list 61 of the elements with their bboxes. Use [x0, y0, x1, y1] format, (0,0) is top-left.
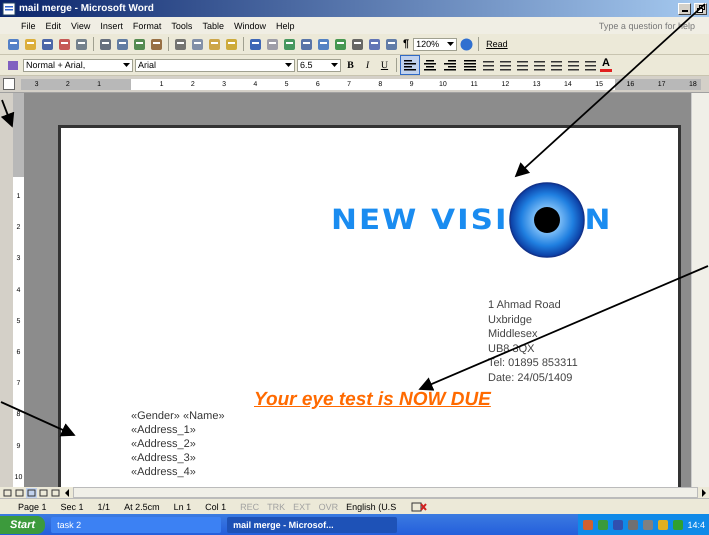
print-view-icon[interactable]: [26, 488, 37, 498]
bold-button[interactable]: B: [343, 60, 358, 70]
logo-text: NEW VISI: [331, 204, 508, 236]
status-item: At 2.5cm: [124, 502, 160, 512]
show-hide-button[interactable]: ¶: [401, 38, 412, 50]
underline-button[interactable]: U: [377, 60, 392, 70]
address-line: Middlesex: [488, 327, 539, 342]
status-item: REC: [240, 502, 260, 512]
style-dropdown[interactable]: Normal + Arial,: [23, 58, 133, 72]
status-item: Col 1: [205, 502, 226, 512]
merge-field: «Address_1»: [131, 423, 678, 437]
status-item: EXT: [293, 502, 311, 512]
menu-item[interactable]: View: [66, 20, 96, 30]
menu-item[interactable]: Help: [270, 20, 300, 30]
status-item: Page 1: [18, 502, 47, 512]
clock: 14:4: [687, 520, 705, 530]
caret-icon: [447, 42, 454, 46]
font-dropdown[interactable]: Arial: [135, 58, 295, 72]
spelling-status-icon[interactable]: [410, 500, 428, 512]
menu-item[interactable]: Tools: [166, 20, 198, 30]
vertical-scrollbar[interactable]: [691, 93, 709, 487]
address-line: 1 Ahmad Road: [488, 298, 562, 312]
merge-field: «Address_3»: [131, 451, 678, 465]
taskbar-button[interactable]: mail merge - Microsof...: [227, 516, 398, 532]
font-size-dropdown[interactable]: 6.5: [297, 58, 341, 72]
menu-item[interactable]: File: [16, 20, 41, 30]
font-color-button[interactable]: A: [600, 58, 612, 72]
taskbar-button[interactable]: task 2: [51, 516, 222, 532]
italic-button[interactable]: I: [360, 60, 375, 70]
status-item: Sec 1: [60, 502, 84, 512]
status-item: 1/1: [98, 502, 110, 512]
menu-item[interactable]: Format: [128, 20, 166, 30]
merge-field: «Address_2»: [131, 437, 678, 451]
caret-icon: [123, 63, 130, 67]
minimize-icon: [682, 10, 688, 12]
start-button[interactable]: Start: [0, 516, 46, 534]
left-align-icon[interactable]: [401, 56, 419, 74]
status-item: TRK: [267, 502, 286, 512]
address-line: Uxbridge: [488, 312, 534, 327]
status-item: Ln 1: [174, 502, 192, 512]
merge-field: «Gender» «Name»: [131, 409, 678, 423]
status-item: English (U.S: [346, 502, 396, 512]
menu-item[interactable]: Edit: [40, 20, 66, 30]
zoom-dropdown[interactable]: 120%: [413, 38, 458, 50]
address-line: Date: 24/05/1409: [488, 370, 574, 385]
logo-text: N: [584, 204, 612, 236]
menu-item[interactable]: Window: [228, 20, 271, 30]
letter-heading: Your eye test is NOW DUE: [254, 389, 492, 411]
menu-item[interactable]: Table: [197, 20, 229, 30]
restore-icon: [696, 4, 704, 12]
status-item: OVR: [318, 502, 338, 512]
annotation-arrow: [0, 100, 14, 128]
horizontal-scrollbar[interactable]: [73, 487, 698, 498]
caret-icon: [331, 63, 338, 67]
document-icon: [2, 2, 16, 16]
window-title: mail merge - Microsoft Word: [19, 3, 154, 14]
read-button[interactable]: Read: [483, 39, 511, 49]
minimize-button[interactable]: [678, 2, 691, 14]
caret-icon: [285, 63, 292, 67]
merge-field: «Address_4»: [131, 465, 678, 479]
menu-item[interactable]: Insert: [95, 20, 128, 30]
